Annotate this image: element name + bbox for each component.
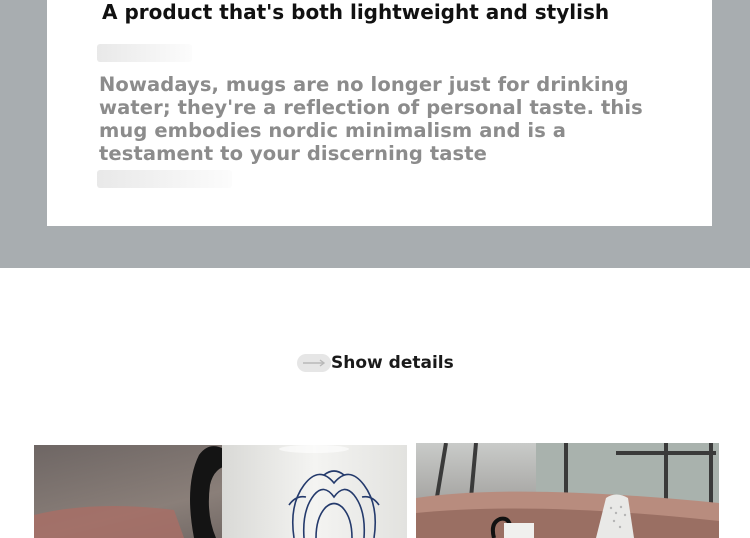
- arrow-right-icon: [297, 354, 331, 372]
- show-details-link[interactable]: Show details: [297, 351, 454, 375]
- faded-decoration-top: [97, 44, 192, 62]
- feature-description: Nowadays, mugs are no longer just for dr…: [99, 73, 643, 165]
- mug-photo-floral: [34, 445, 407, 538]
- show-details-label: Show details: [331, 353, 454, 373]
- faded-decoration-bottom: [97, 170, 232, 188]
- feature-card: A product that's both lightweight and st…: [47, 0, 712, 226]
- mug-photo-window: [416, 443, 719, 538]
- feature-title: A product that's both lightweight and st…: [102, 0, 610, 24]
